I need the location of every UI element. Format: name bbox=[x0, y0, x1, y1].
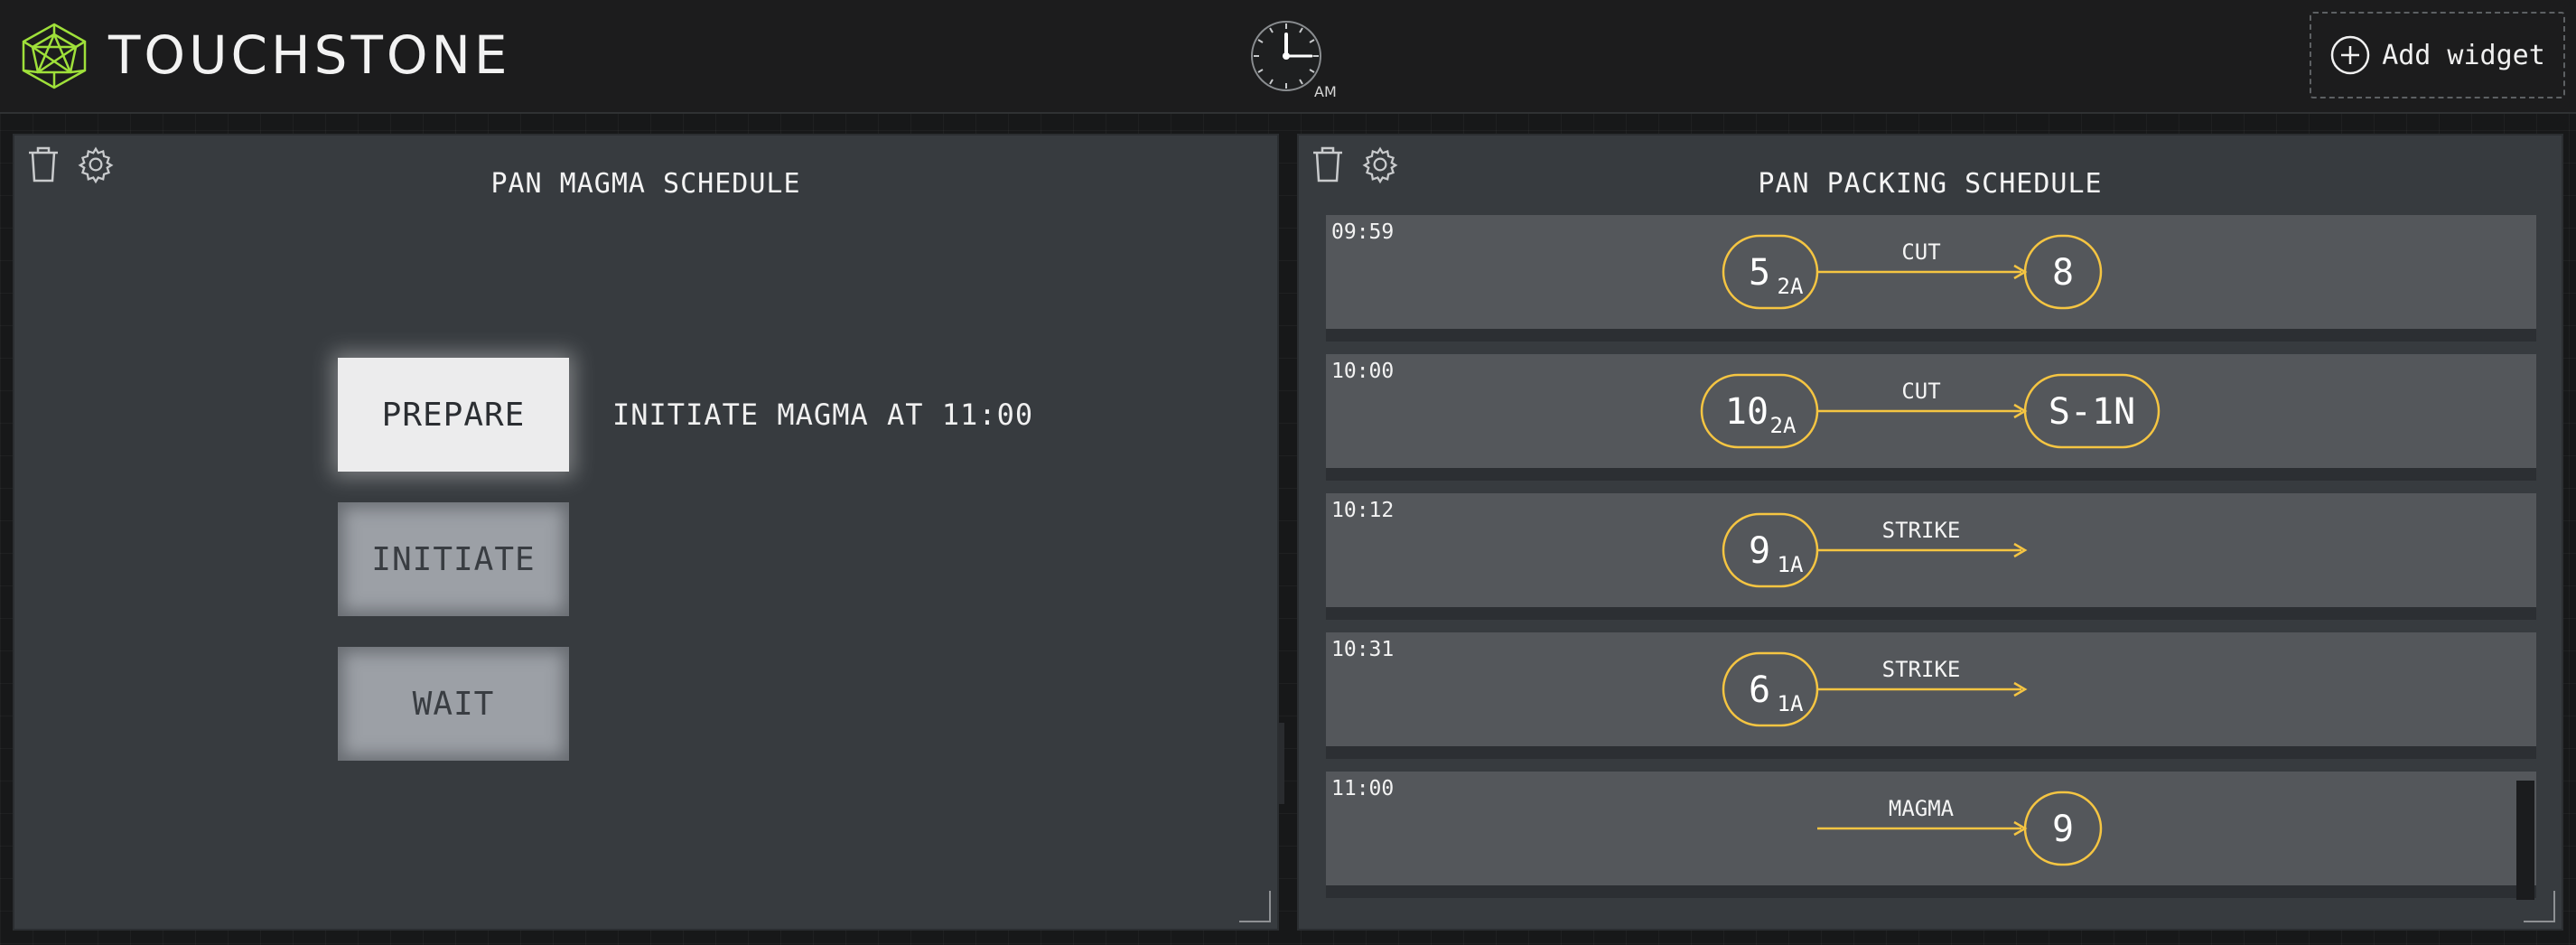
source-node-sub: 2A bbox=[1778, 274, 1804, 299]
source-node: 10 2A bbox=[1700, 373, 1819, 449]
schedule-row[interactable]: 11:00 MAGMA 9 bbox=[1326, 772, 2536, 898]
initiate-button[interactable]: INITIATE bbox=[338, 502, 569, 616]
source-node-main: 10 bbox=[1725, 391, 1769, 433]
schedule-row[interactable]: 09:59 5 2A CUT 8 bbox=[1326, 215, 2536, 342]
panel-divider-handle[interactable] bbox=[1279, 723, 1284, 804]
schedule-row[interactable]: 10:00 10 2A CUT S-1N bbox=[1326, 354, 2536, 481]
flow-diagram: 5 2A CUT 8 bbox=[1722, 234, 2103, 310]
schedule-row[interactable]: 10:31 6 1A STRIKE bbox=[1326, 632, 2536, 759]
schedule-list: 09:59 5 2A CUT 8 10:00 10 2A CUT S-1N 10:12 9 1A STRI… bbox=[1326, 215, 2536, 900]
operation-label: STRIKE bbox=[1882, 518, 1961, 543]
source-node: 6 1A bbox=[1722, 651, 1819, 727]
target-node-label: 8 bbox=[2052, 252, 2074, 294]
target-node: 9 bbox=[2023, 791, 2103, 866]
source-node-main: 6 bbox=[1749, 669, 1770, 711]
source-node: 9 1A bbox=[1722, 512, 1819, 588]
source-node-sub: 2A bbox=[1770, 413, 1797, 438]
operation-label: MAGMA bbox=[1889, 796, 1955, 821]
source-node: 5 2A bbox=[1722, 234, 1819, 310]
flow-diagram: MAGMA 9 bbox=[1817, 791, 2103, 866]
add-widget-button[interactable]: Add widget bbox=[2310, 12, 2565, 98]
flow-diagram: 9 1A STRIKE bbox=[1722, 512, 2028, 588]
flow-diagram: 10 2A CUT S-1N bbox=[1700, 373, 2161, 449]
resize-handle-icon[interactable] bbox=[1236, 887, 1274, 925]
operation-label: CUT bbox=[1901, 379, 1940, 404]
source-node-main: 5 bbox=[1749, 252, 1770, 294]
target-node-label: 9 bbox=[2052, 809, 2074, 850]
magma-status-text: INITIATE MAGMA AT 11:00 bbox=[612, 398, 1034, 432]
target-node: S-1N bbox=[2023, 373, 2161, 449]
plus-circle-icon bbox=[2330, 35, 2370, 75]
operation-label: CUT bbox=[1901, 239, 1940, 265]
clock-icon bbox=[1251, 21, 1321, 91]
target-node-label: S-1N bbox=[2049, 391, 2135, 433]
operation-label: STRIKE bbox=[1882, 657, 1961, 682]
source-node-sub: 1A bbox=[1778, 552, 1804, 577]
flow-diagram: 6 1A STRIKE bbox=[1722, 651, 2028, 727]
panel-title: PAN MAGMA SCHEDULE bbox=[490, 168, 801, 200]
add-widget-label: Add widget bbox=[2382, 39, 2545, 71]
pan-magma-schedule-widget: PAN MAGMA SCHEDULE PREPARE INITIATE WAIT… bbox=[13, 134, 1279, 931]
touchstone-logo-icon bbox=[22, 23, 87, 89]
top-bar: TOUCHSTONE AM Add widget bbox=[0, 0, 2576, 114]
panel-title: PAN PACKING SCHEDULE bbox=[1758, 168, 2103, 200]
source-node-sub: 1A bbox=[1778, 691, 1804, 716]
brand-name: TOUCHSTONE bbox=[108, 24, 511, 86]
clock-ampm-label: AM bbox=[1314, 83, 1337, 100]
prepare-button[interactable]: PREPARE bbox=[338, 358, 569, 472]
scrollbar-thumb[interactable] bbox=[2516, 781, 2534, 900]
resize-handle-icon[interactable] bbox=[2520, 887, 2558, 925]
pan-packing-schedule-widget: PAN PACKING SCHEDULE 09:59 5 2A CUT 8 10:00 10… bbox=[1297, 134, 2563, 931]
wait-button[interactable]: WAIT bbox=[338, 647, 569, 761]
schedule-row[interactable]: 10:12 9 1A STRIKE bbox=[1326, 493, 2536, 620]
target-node: 8 bbox=[2023, 234, 2103, 310]
source-node-main: 9 bbox=[1749, 530, 1770, 572]
